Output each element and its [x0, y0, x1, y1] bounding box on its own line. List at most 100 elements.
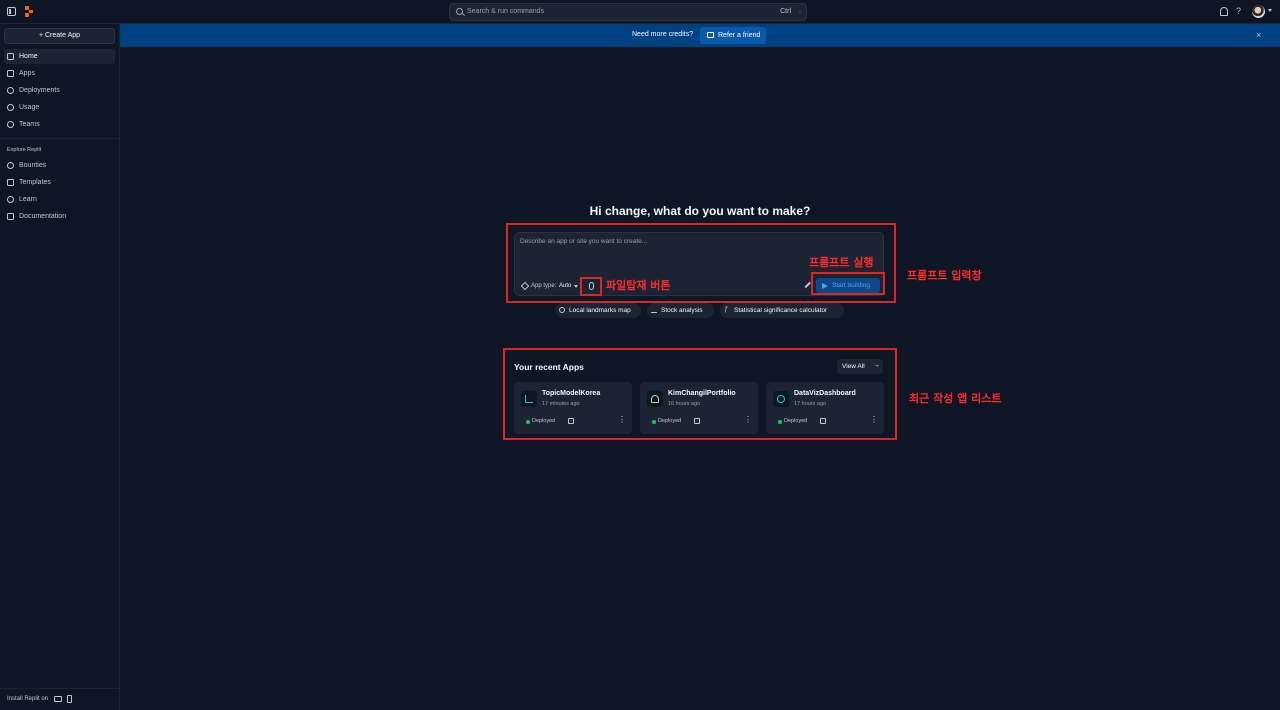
- function-icon: ƒ: [724, 306, 728, 313]
- chip-label: Stock analysis: [661, 306, 703, 314]
- bar-chart-icon: [651, 307, 657, 313]
- recent-apps-title: Your recent Apps: [514, 362, 584, 372]
- chip-label: Statistical significance calculator: [734, 306, 828, 314]
- sidebar-item-teams[interactable]: Teams: [4, 117, 115, 132]
- app-name: DataVizDashboard: [794, 390, 856, 397]
- app-card[interactable]: KimChangilPortfolio 16 hours ago Deploye…: [640, 382, 758, 434]
- search-icon: [456, 8, 463, 15]
- gift-icon: [707, 32, 714, 38]
- folder-icon: [7, 70, 14, 77]
- status-dot: [778, 420, 782, 424]
- sidebar-item-bounties[interactable]: Bounties: [4, 158, 115, 173]
- learn-icon: [7, 196, 14, 203]
- explore-section-label: Explore Replit: [7, 147, 42, 153]
- status-badge: Deployed: [784, 418, 808, 424]
- more-icon[interactable]: ⋮: [870, 416, 878, 424]
- app-thumbnail: [773, 391, 789, 407]
- sidebar-item-documentation[interactable]: Documentation: [4, 209, 115, 224]
- teams-icon: [7, 121, 14, 128]
- replit-logo-icon[interactable]: [25, 6, 35, 17]
- app-card[interactable]: TopicModelKorea 17 minutes ago Deployed …: [514, 382, 632, 434]
- shortcut-key: Ctrl: [780, 8, 791, 15]
- close-icon[interactable]: ×: [1256, 30, 1261, 40]
- app-time: 17 hours ago: [794, 401, 827, 407]
- help-icon[interactable]: ?: [1236, 6, 1241, 16]
- suggestion-chip[interactable]: ƒ Statistical significance calculator: [720, 303, 844, 318]
- annotation-run-label: 프롬프트 실행: [809, 256, 874, 269]
- annotation-input-label: 프롬프트 입력창: [907, 269, 982, 282]
- suggestion-chip[interactable]: Stock analysis: [647, 303, 714, 318]
- sidebar-item-label: Usage: [19, 103, 40, 111]
- chevron-down-icon[interactable]: [1268, 9, 1272, 12]
- avatar[interactable]: [1252, 5, 1265, 18]
- app-card[interactable]: DataVizDashboard 17 hours ago Deployed ⋮: [766, 382, 884, 434]
- globe-icon: [559, 307, 565, 313]
- chip-label: Local landmarks map: [569, 306, 631, 314]
- sidebar: + Create App Home Apps Deployments Usage…: [0, 24, 120, 710]
- shortcut-separator: .: [799, 8, 801, 15]
- search-bar[interactable]: Search & run commands Ctrl .: [449, 3, 807, 21]
- external-link-icon[interactable]: [694, 418, 700, 424]
- desktop-icon[interactable]: [54, 696, 62, 702]
- app-time: 17 minutes ago: [542, 401, 580, 407]
- external-link-icon[interactable]: [568, 418, 574, 424]
- sidebar-item-label: Teams: [19, 120, 40, 128]
- view-all-label: View All: [842, 362, 865, 370]
- atom-icon: [777, 395, 785, 403]
- sidebar-item-deployments[interactable]: Deployments: [4, 83, 115, 98]
- annotation-box-attach: [580, 277, 602, 296]
- app-thumbnail: [521, 391, 537, 407]
- create-app-button[interactable]: + Create App: [4, 28, 115, 44]
- page-title: Hi change, what do you want to make?: [589, 204, 811, 218]
- banner-message: Need more credits?: [632, 31, 694, 38]
- person-icon: [651, 395, 659, 403]
- sidebar-item-label: Home: [19, 52, 38, 60]
- sidebar-item-label: Learn: [19, 195, 37, 203]
- arrow-right-icon: →: [873, 362, 880, 369]
- status-badge: Deployed: [658, 418, 682, 424]
- status-badge: Deployed: [532, 418, 556, 424]
- sidebar-item-templates[interactable]: Templates: [4, 175, 115, 190]
- status-dot: [652, 420, 656, 424]
- annotation-recent-label: 최근 작성 앱 리스트: [909, 392, 1002, 405]
- view-all-button[interactable]: View All →: [837, 359, 883, 374]
- top-bar: Search & run commands Ctrl . ?: [0, 0, 1280, 24]
- sidebar-item-label: Documentation: [19, 212, 67, 220]
- bounties-icon: [7, 162, 14, 169]
- refer-label: Refer a friend: [718, 31, 761, 39]
- more-icon[interactable]: ⋮: [744, 416, 752, 424]
- annotation-attach-label: 파일탑재 버튼: [606, 279, 671, 292]
- sidebar-toggle-icon[interactable]: [7, 7, 16, 16]
- suggestion-chip[interactable]: Local landmarks map: [555, 303, 641, 318]
- credits-banner: Need more credits? Refer a friend ×: [120, 24, 1280, 47]
- app-name: KimChangilPortfolio: [668, 390, 736, 397]
- sidebar-item-usage[interactable]: Usage: [4, 100, 115, 115]
- install-label: Install Replit on: [7, 696, 49, 702]
- sidebar-item-learn[interactable]: Learn: [4, 192, 115, 207]
- sidebar-item-apps[interactable]: Apps: [4, 66, 115, 81]
- external-link-icon[interactable]: [820, 418, 826, 424]
- home-icon: [7, 53, 14, 60]
- more-icon[interactable]: ⋮: [618, 416, 626, 424]
- chart-icon: [525, 395, 533, 403]
- search-placeholder: Search & run commands: [467, 8, 545, 15]
- app-thumbnail: [647, 391, 663, 407]
- templates-icon: [7, 179, 14, 186]
- sidebar-item-home[interactable]: Home: [4, 49, 115, 64]
- install-replit-row: Install Replit on: [0, 688, 119, 710]
- app-time: 16 hours ago: [668, 401, 701, 407]
- status-dot: [526, 420, 530, 424]
- book-icon: [7, 213, 14, 220]
- annotation-box-start: [811, 272, 885, 295]
- phone-icon[interactable]: [67, 695, 72, 703]
- sidebar-item-label: Bounties: [19, 161, 47, 169]
- sidebar-item-label: Templates: [19, 178, 51, 186]
- divider: [0, 138, 119, 139]
- sidebar-item-label: Deployments: [19, 86, 60, 94]
- app-name: TopicModelKorea: [542, 390, 601, 397]
- bell-icon[interactable]: [1220, 7, 1228, 16]
- refer-friend-button[interactable]: Refer a friend: [700, 27, 766, 44]
- deploy-icon: [7, 87, 14, 94]
- usage-icon: [7, 104, 14, 111]
- sidebar-item-label: Apps: [19, 69, 35, 77]
